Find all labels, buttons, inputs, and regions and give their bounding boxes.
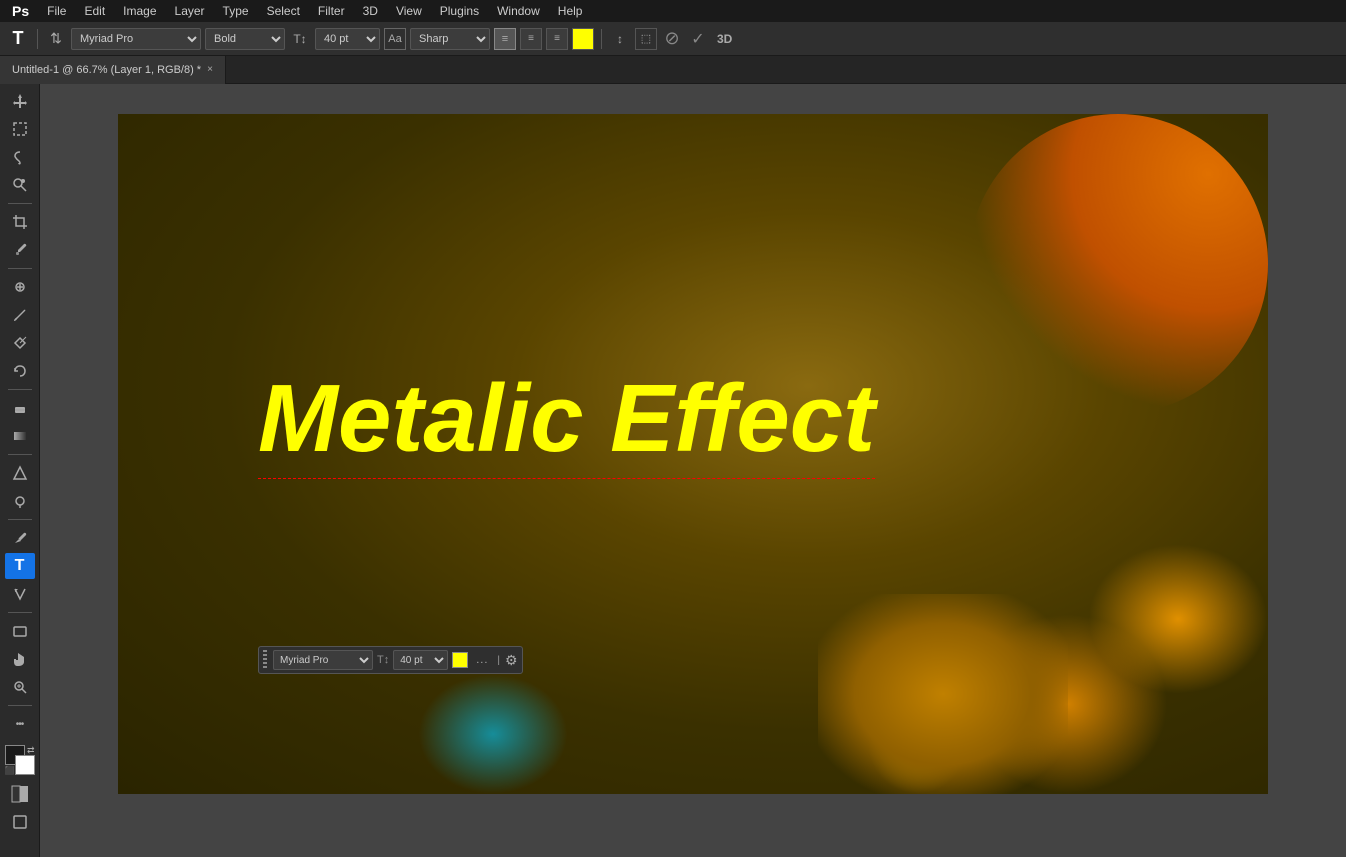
inline-font-family-select[interactable]: Myriad Pro: [273, 650, 373, 670]
default-colors-icon[interactable]: ⬛: [5, 766, 15, 775]
divider-2: [601, 29, 602, 49]
quick-mask-button[interactable]: [5, 781, 35, 807]
brush-tool[interactable]: [5, 302, 35, 328]
canvas-background: Metalic Effect Myriad Pro T↕ 40 pt ... |: [118, 114, 1268, 794]
screen-mode-button[interactable]: [5, 809, 35, 835]
menu-type[interactable]: Type: [215, 2, 257, 20]
tool-separator-3: [8, 389, 32, 390]
align-right-button[interactable]: ≡: [546, 28, 568, 50]
align-left-button[interactable]: ≡: [494, 28, 516, 50]
canvas-main-text[interactable]: Metalic Effect: [258, 364, 875, 479]
menu-3d[interactable]: 3D: [355, 2, 386, 20]
create-warp-icon[interactable]: ⬚: [635, 28, 657, 50]
canvas-area[interactable]: Metalic Effect Myriad Pro T↕ 40 pt ... |: [40, 84, 1346, 857]
tool-separator-7: [8, 705, 32, 706]
font-style-select[interactable]: Bold: [205, 28, 285, 50]
rectangle-tool[interactable]: [5, 618, 35, 644]
menu-edit[interactable]: Edit: [76, 2, 113, 20]
background-color[interactable]: [15, 755, 35, 775]
history-brush-tool[interactable]: [5, 358, 35, 384]
type-tool[interactable]: T: [5, 553, 35, 579]
inline-font-size-select[interactable]: 40 pt: [393, 650, 448, 670]
font-family-select[interactable]: Myriad Pro: [71, 28, 201, 50]
eyedropper-tool[interactable]: [5, 237, 35, 263]
blur-tool[interactable]: [5, 460, 35, 486]
align-center-button[interactable]: ≡: [520, 28, 542, 50]
tool-separator-2: [8, 268, 32, 269]
commit-button[interactable]: ✓: [687, 28, 709, 50]
menu-plugins[interactable]: Plugins: [432, 2, 487, 20]
warp-text-icon[interactable]: Aa: [384, 28, 406, 50]
document-tab[interactable]: Untitled-1 @ 66.7% (Layer 1, RGB/8) * ×: [0, 56, 226, 84]
zoom-tool[interactable]: [5, 674, 35, 700]
toolbar: T ••• ⇄ ⬛: [0, 84, 40, 857]
menu-image[interactable]: Image: [115, 2, 164, 20]
menu-ps[interactable]: Ps: [4, 1, 37, 21]
tab-close-button[interactable]: ×: [207, 64, 213, 75]
path-select-tool[interactable]: [5, 581, 35, 607]
inline-divider: |: [497, 655, 500, 666]
menu-help[interactable]: Help: [550, 2, 591, 20]
menu-layer[interactable]: Layer: [167, 2, 213, 20]
move-tool[interactable]: [5, 88, 35, 114]
lasso-tool[interactable]: [5, 144, 35, 170]
healing-tool[interactable]: [5, 274, 35, 300]
inline-color-swatch[interactable]: [452, 652, 468, 668]
canvas-container: Metalic Effect Myriad Pro T↕ 40 pt ... |: [118, 114, 1268, 794]
gradient-tool[interactable]: [5, 423, 35, 449]
quick-select-tool[interactable]: [5, 172, 35, 198]
clone-tool[interactable]: [5, 330, 35, 356]
inline-more-button[interactable]: ...: [472, 654, 492, 666]
divider-1: [37, 29, 38, 49]
dodge-tool[interactable]: [5, 488, 35, 514]
inline-font-size-icon: T↕: [377, 654, 389, 666]
inline-text-toolbar: Myriad Pro T↕ 40 pt ... | ⚙: [258, 646, 523, 674]
menu-view[interactable]: View: [388, 2, 430, 20]
menu-filter[interactable]: Filter: [310, 2, 353, 20]
tab-bar: Untitled-1 @ 66.7% (Layer 1, RGB/8) * ×: [0, 56, 1346, 84]
type-tool-icon: T: [6, 27, 30, 51]
font-size-icon: T↕: [289, 28, 311, 50]
pen-tool[interactable]: [5, 525, 35, 551]
tool-separator-5: [8, 519, 32, 520]
more-tools-button[interactable]: •••: [5, 711, 35, 737]
text-color-swatch[interactable]: [572, 28, 594, 50]
main-area: T ••• ⇄ ⬛: [0, 84, 1346, 857]
options-bar: T ⇅ Myriad Pro Bold T↕ 40 pt Aa Sharp ≡ …: [0, 22, 1346, 56]
font-size-select[interactable]: 40 pt: [315, 28, 380, 50]
text-orientation-icon[interactable]: ⇅: [45, 28, 67, 50]
menu-window[interactable]: Window: [489, 2, 548, 20]
tool-separator-1: [8, 203, 32, 204]
cancel-button[interactable]: ⊘: [661, 28, 683, 50]
eraser-tool[interactable]: [5, 395, 35, 421]
menu-file[interactable]: File: [39, 2, 74, 20]
menu-bar: Ps File Edit Image Layer Type Select Fil…: [0, 0, 1346, 22]
3d-button[interactable]: 3D: [713, 32, 736, 46]
baseline-shift-icon[interactable]: ↕: [609, 28, 631, 50]
anti-alias-select[interactable]: Sharp: [410, 28, 490, 50]
hand-tool[interactable]: [5, 646, 35, 672]
toolbar-drag-handle[interactable]: [263, 650, 267, 670]
crop-tool[interactable]: [5, 209, 35, 235]
fg-bg-color-picker: ⇄ ⬛: [5, 745, 35, 775]
menu-select[interactable]: Select: [259, 2, 308, 20]
tab-label: Untitled-1 @ 66.7% (Layer 1, RGB/8) *: [12, 64, 201, 76]
inline-settings-button[interactable]: ⚙: [505, 652, 518, 669]
tool-separator-6: [8, 612, 32, 613]
swap-colors-icon[interactable]: ⇄: [27, 745, 35, 756]
tool-separator-4: [8, 454, 32, 455]
marquee-tool[interactable]: [5, 116, 35, 142]
